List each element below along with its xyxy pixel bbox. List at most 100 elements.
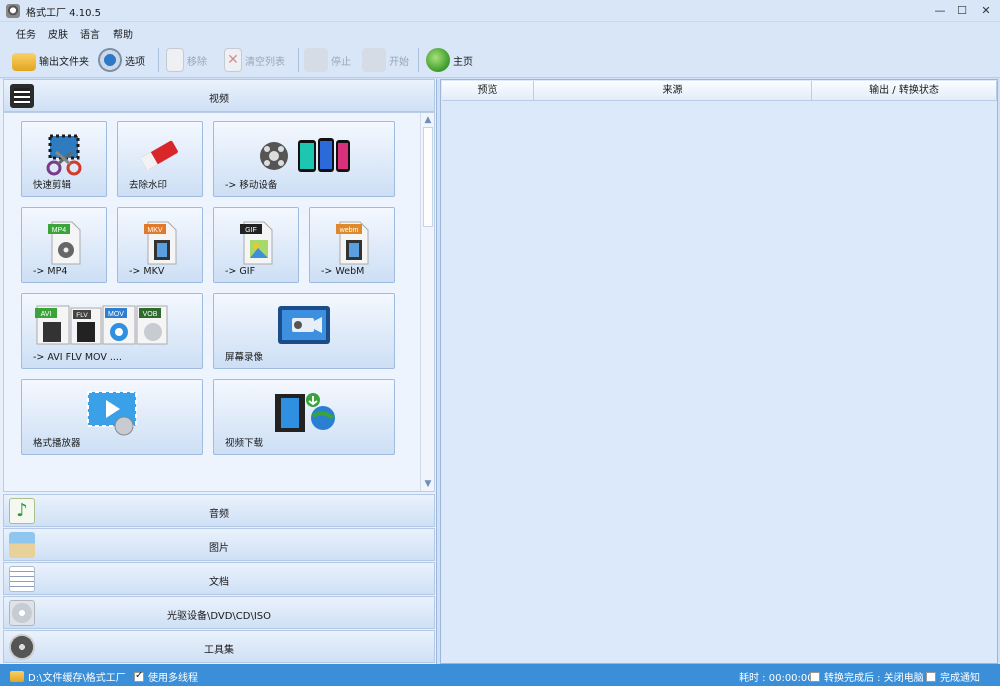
- tile-format-player-label: 格式播放器: [33, 438, 81, 449]
- multi-format-icon: AVI FLV MOV VOB: [35, 305, 168, 345]
- task-list-panel: 预览 来源 输出 / 转换状态: [440, 79, 998, 664]
- notify-label: 完成通知: [940, 673, 980, 684]
- tile-mp4-label: -> MP4: [33, 266, 68, 277]
- multithread-checkbox[interactable]: [134, 670, 144, 682]
- quick-clip-icon: [46, 134, 82, 176]
- tile-video-download-label: 视频下载: [225, 438, 264, 449]
- maximize-button[interactable]: ☐: [951, 2, 973, 20]
- category-tools-label: 工具集: [204, 645, 234, 656]
- column-output-status[interactable]: 输出 / 转换状态: [812, 81, 997, 101]
- category-tools-header[interactable]: 工具集: [3, 630, 435, 663]
- multithread-option[interactable]: 使用多线程: [134, 669, 198, 684]
- folder-icon: [12, 52, 36, 71]
- category-disc-label: 光驱设备\DVD\CD\ISO: [166, 611, 272, 622]
- tile-gif-label: -> GIF: [225, 266, 256, 277]
- category-document-header[interactable]: 文档: [3, 562, 435, 595]
- tile-remove-watermark[interactable]: 去除水印: [117, 121, 203, 197]
- webm-file-icon: webm: [336, 221, 369, 265]
- column-preview[interactable]: 预览: [442, 81, 534, 101]
- video-grid-scrollbar[interactable]: ▲ ▼: [420, 113, 434, 491]
- svg-text:MP4: MP4: [52, 227, 67, 234]
- output-path[interactable]: D:\文件缓存\格式工厂: [10, 669, 126, 684]
- after-done-label: 转换完成后 : 关闭电脑: [824, 673, 924, 684]
- tile-multi-format[interactable]: AVI FLV MOV VOB -> AVI FLV MOV ....: [21, 293, 203, 369]
- toolbar-separator: [418, 48, 419, 72]
- category-image-header[interactable]: 图片: [3, 528, 435, 561]
- window-title: 格式工厂 4.10.5: [26, 8, 101, 19]
- svg-text:AVI: AVI: [41, 311, 52, 318]
- remove-button[interactable]: 移除: [166, 46, 207, 74]
- tile-quick-clip-label: 快速剪辑: [33, 180, 72, 191]
- tile-webm-label: -> WebM: [321, 266, 365, 277]
- elapsed-time: 耗时 : 00:00:00: [739, 673, 814, 684]
- start-button[interactable]: 开始: [362, 46, 409, 74]
- video-function-grid: 快速剪辑 去除水印 -> 移动设备 MP4 -> MP4 MKV -> MKV …: [3, 112, 435, 492]
- menu-bar: 任务 皮肤 语言 帮助: [0, 22, 1000, 42]
- mp4-file-icon: MP4: [48, 221, 81, 265]
- category-disc-header[interactable]: 光驱设备\DVD\CD\ISO: [3, 596, 435, 629]
- player-icon: [87, 391, 137, 436]
- after-done-checkbox[interactable]: [810, 671, 820, 682]
- menu-language[interactable]: 语言: [80, 26, 100, 41]
- svg-text:webm: webm: [339, 227, 359, 234]
- category-document-label: 文档: [209, 577, 229, 588]
- category-video-header[interactable]: 视频: [3, 79, 435, 112]
- status-bar: D:\文件缓存\格式工厂 使用多线程 耗时 : 00:00:00 转换完成后 :…: [0, 664, 1000, 686]
- category-audio-header[interactable]: ♪ 音频: [3, 494, 435, 527]
- output-path-text: D:\文件缓存\格式工厂: [28, 673, 126, 684]
- tile-remove-watermark-label: 去除水印: [129, 180, 168, 191]
- svg-text:VOB: VOB: [143, 311, 158, 318]
- tile-video-download[interactable]: 视频下载: [213, 379, 395, 455]
- tile-screen-record[interactable]: 屏幕录像: [213, 293, 395, 369]
- start-icon: [362, 48, 386, 72]
- column-source[interactable]: 来源: [534, 81, 812, 101]
- home-button[interactable]: 主页: [426, 46, 473, 74]
- home-globe-icon: [426, 48, 450, 72]
- close-button[interactable]: ✕: [975, 2, 997, 20]
- options-gear-icon: [98, 48, 122, 72]
- toolbar-separator: [298, 48, 299, 72]
- notify-option[interactable]: 完成通知: [926, 669, 980, 684]
- category-image-label: 图片: [209, 543, 229, 554]
- tile-webm[interactable]: webm -> WebM: [309, 207, 395, 283]
- tile-mp4[interactable]: MP4 -> MP4: [21, 207, 107, 283]
- tile-multi-format-label: -> AVI FLV MOV ....: [33, 352, 122, 363]
- clear-list-button[interactable]: ✕ 清空列表: [224, 46, 285, 74]
- title-bar: 格式工厂 4.10.5 — ☐ ✕: [0, 0, 1000, 22]
- multithread-label: 使用多线程: [148, 673, 198, 684]
- category-video-label: 视频: [209, 94, 229, 105]
- remove-icon: [166, 48, 184, 72]
- category-panel: 视频 快速剪辑 去除水印 -> 移动设备 MP4 -> MP4 MKV -> M…: [0, 79, 437, 664]
- screen-record-icon: [278, 306, 330, 344]
- remove-watermark-icon: [140, 140, 178, 171]
- mobile-device-icon: [260, 138, 350, 172]
- tile-gif[interactable]: GIF -> GIF: [213, 207, 299, 283]
- clear-list-icon: ✕: [224, 48, 242, 72]
- output-folder-button[interactable]: 输出文件夹: [12, 46, 89, 74]
- tile-quick-clip[interactable]: 快速剪辑: [21, 121, 107, 197]
- scroll-thumb[interactable]: [423, 127, 433, 227]
- tile-mkv-label: -> MKV: [129, 266, 165, 277]
- options-button[interactable]: 选项: [98, 46, 145, 74]
- minimize-button[interactable]: —: [929, 2, 951, 20]
- tile-mobile-device[interactable]: -> 移动设备: [213, 121, 395, 197]
- svg-text:FLV: FLV: [76, 312, 88, 319]
- svg-text:MKV: MKV: [147, 227, 163, 234]
- app-icon: [6, 4, 20, 18]
- notify-checkbox[interactable]: [926, 671, 936, 682]
- category-audio-label: 音频: [209, 509, 229, 520]
- stop-button[interactable]: 停止: [304, 46, 351, 74]
- mkv-file-icon: MKV: [144, 221, 177, 265]
- scroll-down-arrow-icon[interactable]: ▼: [422, 478, 434, 490]
- menu-skin[interactable]: 皮肤: [48, 26, 68, 41]
- tile-mobile-device-label: -> 移动设备: [225, 180, 278, 191]
- menu-help[interactable]: 帮助: [113, 26, 133, 41]
- toolbar-separator: [158, 48, 159, 72]
- toolbar: 输出文件夹 选项 移除 ✕ 清空列表 停止 开始 主页: [0, 42, 1000, 78]
- tile-format-player[interactable]: 格式播放器: [21, 379, 203, 455]
- tile-mkv[interactable]: MKV -> MKV: [117, 207, 203, 283]
- menu-task[interactable]: 任务: [16, 26, 36, 41]
- scroll-up-arrow-icon[interactable]: ▲: [422, 114, 434, 126]
- after-done-option[interactable]: 转换完成后 : 关闭电脑: [810, 669, 924, 684]
- folder-icon: [10, 671, 24, 682]
